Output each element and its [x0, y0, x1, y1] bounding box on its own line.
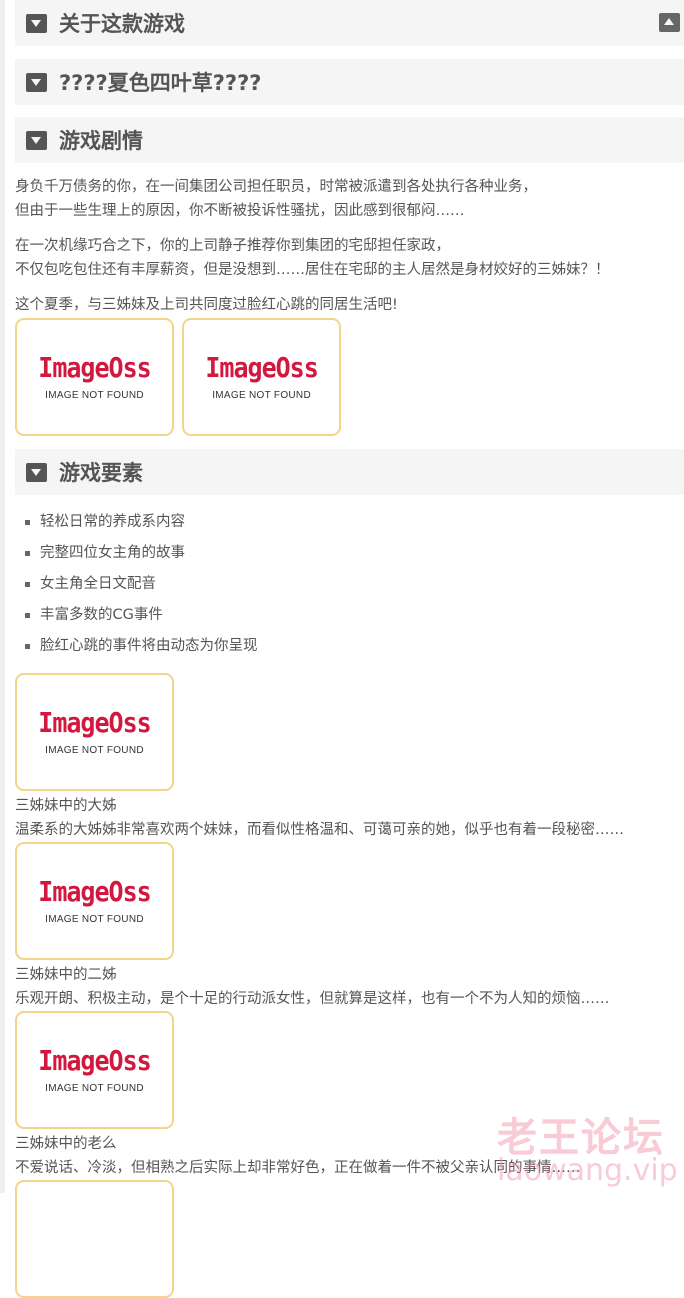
story-paragraph: 在一次机缘巧合之下，你的上司静子推荐你到集团的宅邸担任家政， 不仅包吃包住还有丰厚…: [15, 238, 610, 278]
collapse-icon[interactable]: [26, 13, 47, 33]
article: 关于这款游戏 ????夏色四叶草???? 游戏剧情 身负千万债务的你，在一间集团…: [15, 0, 684, 1298]
story-paragraph: 这个夏季，与三姊妹及上司共同度过脸红心跳的同居生活吧!: [15, 297, 398, 313]
image-placeholder: ImageOss IMAGE NOT FOUND: [182, 318, 342, 436]
character-block: ImageOss IMAGE NOT FOUND 三姊妹中的大姊 温柔系的大姊姊非…: [15, 673, 684, 842]
feature-list: 轻松日常的养成系内容 完整四位女主角的故事 女主角全日文配音 丰富多数的CG事件…: [15, 507, 684, 662]
image-placeholder: [15, 1180, 174, 1298]
story-paragraph: 身负千万债务的你，在一间集团公司担任职员，时常被派遣到各处执行各种业务， 但由于一…: [15, 179, 537, 219]
image-placeholder: ImageOss IMAGE NOT FOUND: [15, 842, 174, 960]
list-item: 脸红心跳的事件将由动态为你呈现: [25, 631, 684, 662]
list-item: 轻松日常的养成系内容: [25, 507, 684, 538]
section-header-story[interactable]: 游戏剧情: [15, 117, 684, 163]
image-placeholder: ImageOss IMAGE NOT FOUND: [15, 673, 174, 791]
section-header-game-name[interactable]: ????夏色四叶草????: [15, 59, 684, 105]
section-header-features[interactable]: 游戏要素: [15, 449, 684, 495]
section-title: 游戏剧情: [59, 129, 143, 153]
list-item: 丰富多数的CG事件: [25, 600, 684, 631]
scroll-top-icon[interactable]: [659, 13, 680, 32]
character-name: 三姊妹中的二姊: [15, 967, 117, 983]
collapse-icon[interactable]: [26, 462, 47, 482]
section-title: 游戏要素: [59, 461, 143, 485]
character-name: 三姊妹中的大姊: [15, 798, 117, 814]
character-block: ImageOss IMAGE NOT FOUND 三姊妹中的老么 不爱说话、冷淡，…: [15, 1011, 684, 1180]
left-border: [0, 0, 5, 1193]
image-placeholder: ImageOss IMAGE NOT FOUND: [15, 318, 174, 436]
collapse-icon[interactable]: [26, 130, 47, 150]
character-desc: 温柔系的大姊姊非常喜欢两个妹妹，而看似性格温和、可蔼可亲的她，似乎也有着一段秘密…: [15, 822, 624, 838]
list-item: 完整四位女主角的故事: [25, 538, 684, 569]
character-desc: 乐观开朗、积极主动，是个十足的行动派女性，但就算是这样，也有一个不为人知的烦恼……: [15, 991, 610, 1007]
collapse-icon[interactable]: [26, 72, 47, 92]
section-title: ????夏色四叶草????: [59, 71, 262, 95]
section-header-about[interactable]: 关于这款游戏: [15, 0, 684, 46]
list-item: 女主角全日文配音: [25, 569, 684, 600]
character-block: ImageOss IMAGE NOT FOUND 三姊妹中的二姊 乐观开朗、积极主…: [15, 842, 684, 1011]
image-placeholder: ImageOss IMAGE NOT FOUND: [15, 1011, 174, 1129]
character-desc: 不爱说话、冷淡，但相熟之后实际上却非常好色，正在做着一件不被父亲认同的事情……: [15, 1160, 581, 1176]
character-name: 三姊妹中的老么: [15, 1136, 117, 1152]
section-title: 关于这款游戏: [59, 12, 185, 36]
story-images: ImageOss IMAGE NOT FOUND ImageOss IMAGE NO…: [15, 318, 684, 438]
